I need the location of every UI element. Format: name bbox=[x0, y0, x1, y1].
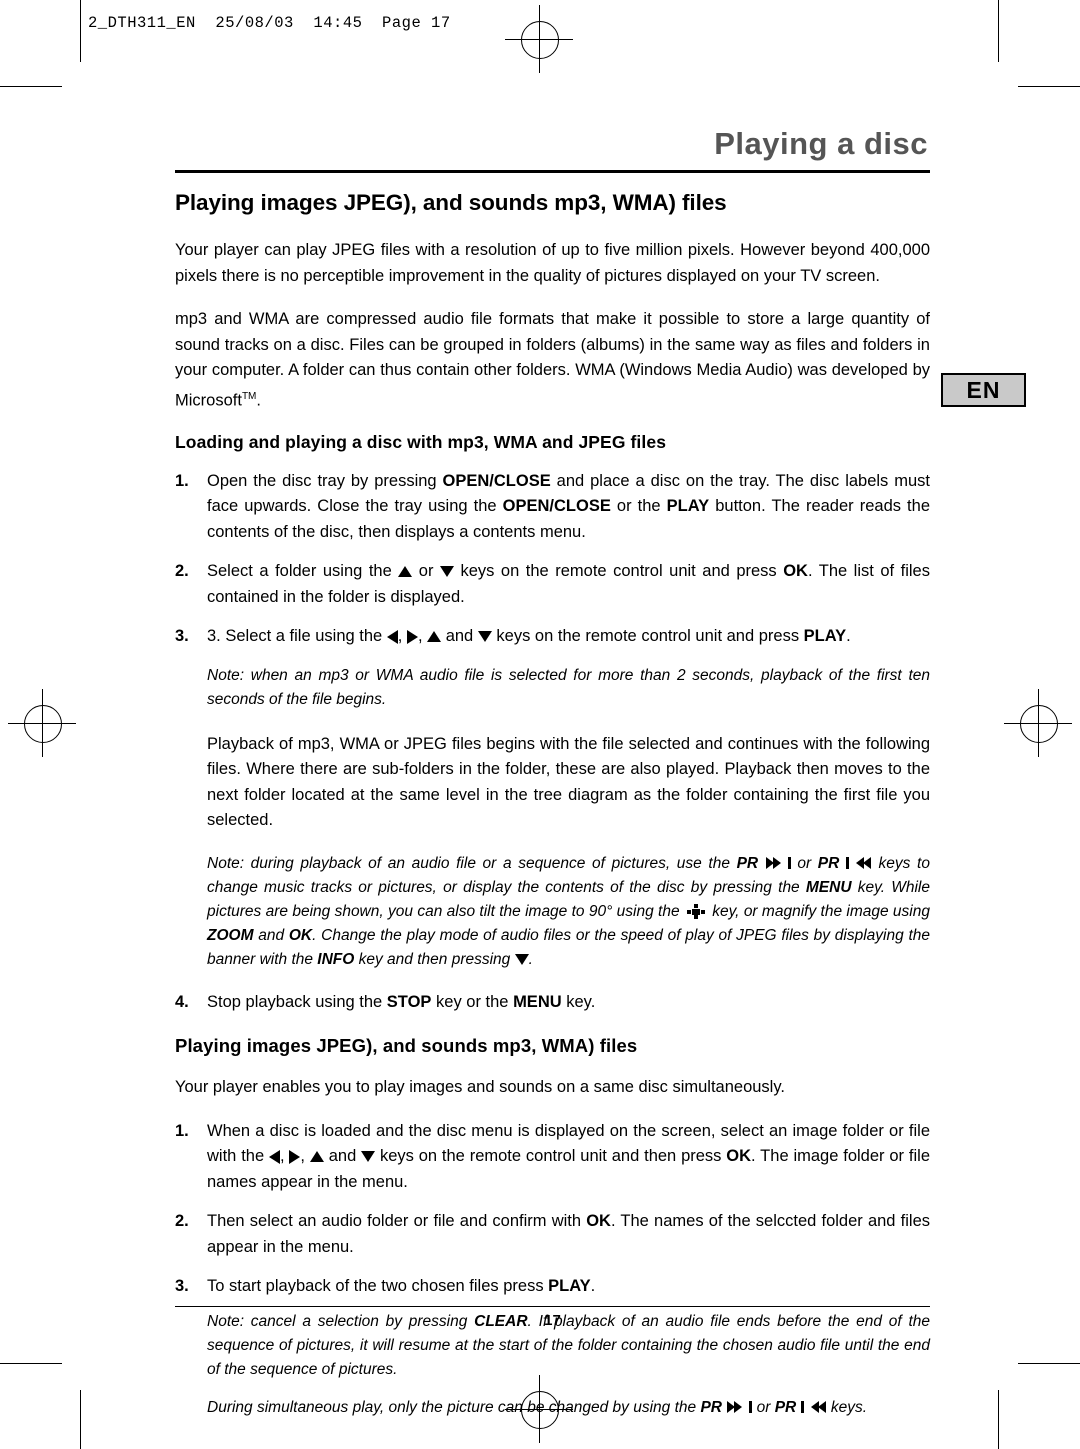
list-item-text: Open the disc tray by pressing OPEN/CLOS… bbox=[207, 471, 930, 541]
note-playback-controls: Note: during playback of an audio file o… bbox=[207, 854, 930, 968]
key-label-play-2: PLAY bbox=[548, 1277, 591, 1295]
key-label-open-close-2: OPEN/CLOSE bbox=[502, 497, 611, 515]
trademark-symbol: TM bbox=[241, 390, 257, 402]
key-label-play: PLAY bbox=[666, 497, 710, 515]
list-item: 1. When a disc is loaded and the disc me… bbox=[175, 1119, 930, 1196]
key-label-pr-4: PR bbox=[774, 1398, 797, 1416]
page-number: 17 bbox=[544, 1312, 561, 1329]
fast-forward-icon bbox=[727, 1401, 747, 1414]
list-item: 3. 3. Select a file using the , , and ke… bbox=[175, 624, 930, 650]
main-content: Playing images JPEG), and sounds mp3, WM… bbox=[175, 190, 930, 1436]
arrow-down-icon bbox=[477, 631, 492, 643]
list-item: 3. To start playback of the two chosen f… bbox=[175, 1274, 930, 1300]
list-item-text: When a disc is loaded and the disc menu … bbox=[207, 1121, 930, 1191]
track-prev-bar-icon bbox=[845, 857, 849, 870]
fast-rewind-icon bbox=[806, 1401, 826, 1414]
key-label-menu-2: MENU bbox=[513, 992, 562, 1011]
footer-rule bbox=[175, 1306, 930, 1307]
paragraph-mp3-wma-text: mp3 and WMA are compressed audio file fo… bbox=[175, 310, 930, 409]
key-label-info: INFO bbox=[317, 950, 355, 968]
list-item-number: 4. bbox=[175, 992, 189, 1011]
key-label-play: PLAY bbox=[803, 627, 847, 645]
track-next-bar-icon bbox=[787, 857, 791, 870]
fast-forward-icon bbox=[765, 857, 786, 870]
list-item: 4. Stop playback using the STOP key or t… bbox=[175, 990, 930, 1016]
list-item-text: To start playback of the two chosen file… bbox=[207, 1277, 596, 1295]
paragraph-simultaneous-intro: Your player enables you to play images a… bbox=[175, 1078, 785, 1096]
arrow-right-icon bbox=[289, 1149, 301, 1164]
crop-mark-right-lower-horizontal bbox=[1018, 1363, 1080, 1364]
track-next-bar-icon bbox=[749, 1401, 753, 1414]
arrow-left-icon bbox=[268, 1149, 280, 1164]
list-item: 2. Select a folder using the or keys on … bbox=[175, 559, 930, 610]
arrow-up-icon bbox=[427, 631, 442, 643]
key-label-zoom: ZOOM bbox=[207, 926, 254, 944]
key-label-open-close: OPEN/CLOSE bbox=[442, 471, 551, 490]
list-item-number: 1. bbox=[175, 1121, 189, 1140]
fast-rewind-icon bbox=[851, 857, 871, 870]
list-item: 2. Then select an audio folder or file a… bbox=[175, 1209, 930, 1260]
key-label-ok-2: OK bbox=[288, 926, 313, 944]
crop-mark-left-lower-horizontal bbox=[0, 1363, 62, 1364]
rotate-image-icon bbox=[686, 903, 705, 919]
registration-circle-top bbox=[521, 21, 559, 59]
chapter-title: Playing a disc bbox=[714, 126, 928, 161]
note-simultaneous-play: During simultaneous play, only the pictu… bbox=[207, 1398, 868, 1416]
document-page: 2_DTH311_EN 25/08/03 14:45 Page 17 Playi… bbox=[0, 0, 1080, 1449]
key-label-ok: OK bbox=[783, 562, 808, 580]
paragraph-mp3-wma-formats: mp3 and WMA are compressed audio file fo… bbox=[175, 307, 930, 414]
list-item-text: Stop playback using the STOP key or the … bbox=[207, 992, 596, 1011]
list-item-number: 1. bbox=[175, 471, 189, 490]
arrow-left-icon bbox=[386, 629, 398, 644]
crop-mark-right-upper-horizontal bbox=[1018, 86, 1080, 87]
crop-mark-left-upper-horizontal bbox=[0, 86, 62, 87]
arrow-up-icon bbox=[309, 1151, 324, 1163]
crop-mark-top-right-vertical bbox=[998, 0, 999, 62]
language-badge-en: EN bbox=[941, 373, 1026, 407]
list-item-number: 2. bbox=[175, 1212, 189, 1230]
header-rule bbox=[175, 170, 930, 173]
section-heading-playing-images-1: Playing images JPEG), and sounds mp3, WM… bbox=[175, 190, 727, 215]
crop-mark-top-left-vertical bbox=[80, 0, 81, 62]
subheading-playing-images-2: Playing images JPEG), and sounds mp3, WM… bbox=[175, 1035, 638, 1056]
list-item: 1. Open the disc tray by pressing OPEN/C… bbox=[175, 469, 930, 546]
crop-mark-bottom-left-vertical bbox=[80, 1390, 81, 1449]
paragraph-playback-order: Playback of mp3, WMA or JPEG files begin… bbox=[207, 734, 930, 830]
key-label-pr-3: PR bbox=[700, 1398, 722, 1416]
print-job-strip: 2_DTH311_EN 25/08/03 14:45 Page 17 bbox=[88, 14, 451, 32]
subheading-loading-and-playing: Loading and playing a disc with mp3, WMA… bbox=[175, 431, 667, 452]
key-label-menu: MENU bbox=[805, 878, 852, 896]
key-label-pr-2: PR bbox=[817, 854, 840, 872]
crop-mark-bottom-right-vertical bbox=[998, 1390, 999, 1449]
key-label-pr: PR bbox=[736, 854, 759, 872]
arrow-up-icon bbox=[398, 566, 413, 578]
list-item-text: 3. Select a file using the , , and keys … bbox=[207, 627, 851, 645]
paragraph-mp3-wma-period: . bbox=[256, 391, 261, 409]
arrow-down-icon bbox=[439, 566, 454, 578]
list-item-text: Select a folder using the or keys on the… bbox=[207, 562, 930, 606]
arrow-down-icon bbox=[361, 1151, 376, 1163]
arrow-down-icon bbox=[514, 953, 529, 965]
list-item-number: 2. bbox=[175, 562, 189, 580]
key-label-ok-3: OK bbox=[726, 1147, 752, 1165]
arrow-right-icon bbox=[406, 629, 418, 644]
key-label-ok-4: OK bbox=[586, 1212, 611, 1230]
list-item-number: 3. bbox=[175, 1277, 189, 1295]
paragraph-jpeg-resolution: Your player can play JPEG files with a r… bbox=[175, 241, 930, 285]
list-item-number: 3. bbox=[175, 627, 189, 645]
track-prev-bar-icon bbox=[800, 1401, 804, 1414]
list-item-text: Then select an audio folder or file and … bbox=[207, 1212, 931, 1256]
registration-circle-right bbox=[1020, 705, 1058, 743]
note-mp3-selection: Note: when an mp3 or WMA audio file is s… bbox=[207, 666, 930, 708]
registration-circle-left bbox=[24, 705, 62, 743]
key-label-stop: STOP bbox=[386, 992, 432, 1011]
